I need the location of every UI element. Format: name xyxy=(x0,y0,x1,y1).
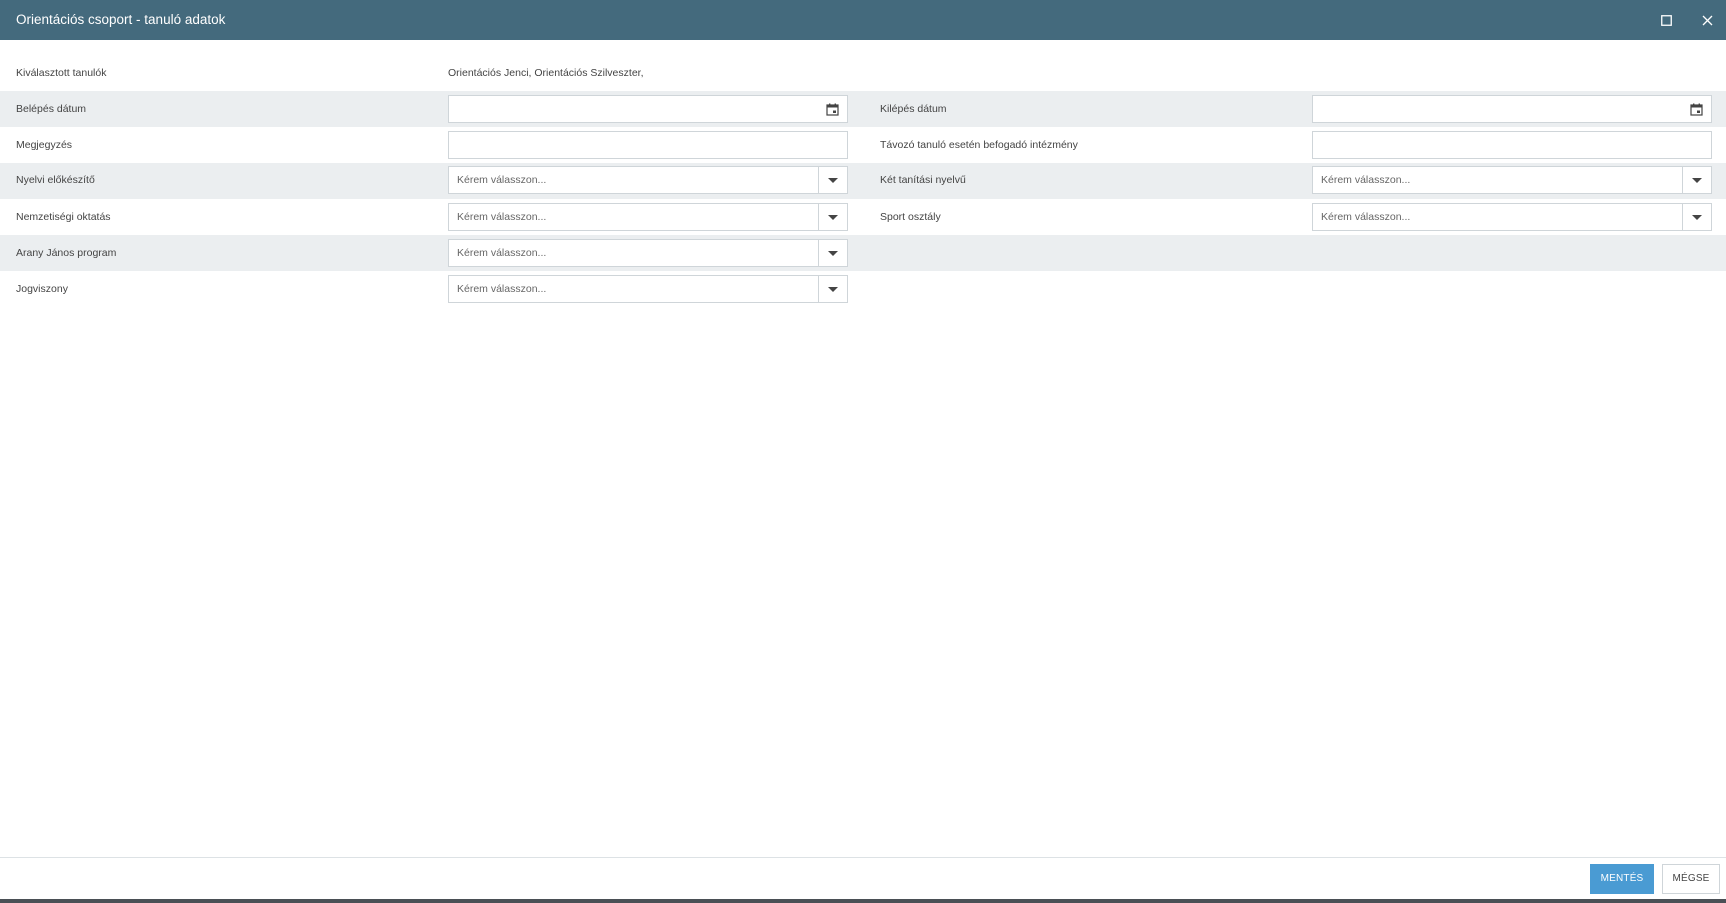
language-prep-select[interactable]: Kérem válasszon... xyxy=(448,166,848,194)
form-row-language: Nyelvi előkészítő Kérem válasszon... Két… xyxy=(0,163,1726,199)
entry-date-field xyxy=(448,95,848,123)
dialog-footer: MENTÉS MÉGSE xyxy=(0,857,1726,900)
chevron-down-icon xyxy=(828,286,838,292)
student-data-dialog: Orientációs csoport - tanuló adatok Kivá… xyxy=(0,0,1726,903)
arany-janos-value: Kérem válasszon... xyxy=(457,247,547,259)
note-label: Megjegyzés xyxy=(16,139,73,151)
selected-students-value: Orientációs Jenci, Orientációs Szilveszt… xyxy=(448,67,644,79)
form-row-dates: Belépés dátum Kilépés dátum xyxy=(0,91,1726,127)
bilingual-select[interactable]: Kérem válasszon... xyxy=(1312,166,1712,194)
nationality-education-dropdown-button[interactable] xyxy=(818,204,847,230)
maximize-icon xyxy=(1660,14,1672,26)
legal-relation-dropdown-button[interactable] xyxy=(818,276,847,302)
note-input[interactable] xyxy=(449,132,847,158)
maximize-button[interactable] xyxy=(1655,9,1677,31)
save-button[interactable]: MENTÉS xyxy=(1590,864,1654,894)
receiving-institution-field xyxy=(1312,131,1712,159)
language-prep-value: Kérem válasszon... xyxy=(457,174,547,186)
legal-relation-value: Kérem válasszon... xyxy=(457,283,547,295)
close-button[interactable] xyxy=(1696,9,1718,31)
form-row-note: Megjegyzés Távozó tanuló esetén befogadó… xyxy=(0,127,1726,163)
entry-date-label: Belépés dátum xyxy=(16,103,87,115)
chevron-down-icon xyxy=(1692,177,1702,183)
close-icon xyxy=(1702,15,1712,25)
chevron-down-icon xyxy=(828,177,838,183)
bilingual-dropdown-button[interactable] xyxy=(1682,167,1711,193)
taskbar-strip xyxy=(0,899,1726,903)
bilingual-value: Kérem válasszon... xyxy=(1321,174,1411,186)
legal-relation-select[interactable]: Kérem válasszon... xyxy=(448,275,848,303)
chevron-down-icon xyxy=(828,214,838,220)
nationality-education-label: Nemzetiségi oktatás xyxy=(16,211,111,223)
exit-date-label: Kilépés dátum xyxy=(880,103,947,115)
entry-date-picker-button[interactable] xyxy=(818,96,846,122)
arany-janos-label: Arany János program xyxy=(16,247,117,259)
exit-date-input[interactable] xyxy=(1313,96,1711,122)
exit-date-picker-button[interactable] xyxy=(1682,96,1710,122)
form-row-nationality: Nemzetiségi oktatás Kérem válasszon... S… xyxy=(0,199,1726,235)
form-row-selected-students: Kiválasztott tanulók Orientációs Jenci, … xyxy=(0,55,1726,91)
sport-class-value: Kérem válasszon... xyxy=(1321,211,1411,223)
arany-janos-select[interactable]: Kérem válasszon... xyxy=(448,239,848,267)
language-prep-label: Nyelvi előkészítő xyxy=(16,174,95,186)
chevron-down-icon xyxy=(1692,214,1702,220)
sport-class-select[interactable]: Kérem válasszon... xyxy=(1312,203,1712,231)
exit-date-field xyxy=(1312,95,1712,123)
receiving-institution-label: Távozó tanuló esetén befogadó intézmény xyxy=(880,139,1078,151)
language-prep-dropdown-button[interactable] xyxy=(818,167,847,193)
nationality-education-select[interactable]: Kérem válasszon... xyxy=(448,203,848,231)
sport-class-dropdown-button[interactable] xyxy=(1682,204,1711,230)
nationality-education-value: Kérem válasszon... xyxy=(457,211,547,223)
cancel-button[interactable]: MÉGSE xyxy=(1662,864,1720,894)
arany-janos-dropdown-button[interactable] xyxy=(818,240,847,266)
bilingual-label: Két tanítási nyelvű xyxy=(880,174,966,186)
receiving-institution-input[interactable] xyxy=(1313,132,1711,158)
chevron-down-icon xyxy=(828,250,838,256)
dialog-titlebar: Orientációs csoport - tanuló adatok xyxy=(0,0,1726,40)
note-field xyxy=(448,131,848,159)
legal-relation-label: Jogviszony xyxy=(16,283,68,295)
entry-date-input[interactable] xyxy=(449,96,847,122)
calendar-icon xyxy=(825,103,839,116)
calendar-icon xyxy=(1689,103,1703,116)
dialog-title: Orientációs csoport - tanuló adatok xyxy=(16,12,226,27)
selected-students-label: Kiválasztott tanulók xyxy=(16,67,107,79)
form-row-arany-janos: Arany János program Kérem válasszon... xyxy=(0,235,1726,271)
sport-class-label: Sport osztály xyxy=(880,211,941,223)
form-row-legal-relation: Jogviszony Kérem válasszon... xyxy=(0,271,1726,307)
